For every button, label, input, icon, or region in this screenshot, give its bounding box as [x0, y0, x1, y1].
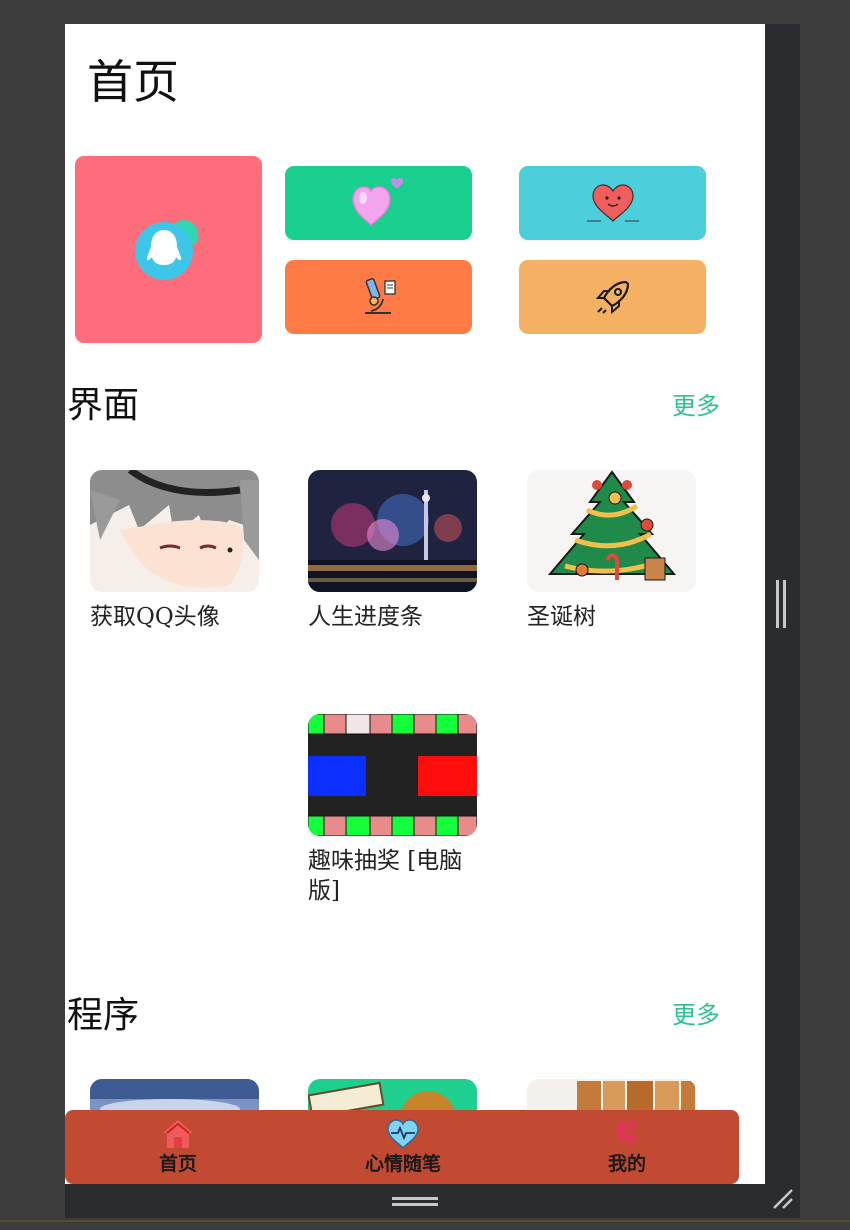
heart-tile[interactable] — [285, 166, 472, 240]
science-tile[interactable] — [285, 260, 472, 334]
tab-home[interactable]: 首页 — [108, 1110, 248, 1184]
card-label: 圣诞树 — [527, 604, 596, 630]
microscope-icon — [364, 278, 396, 314]
more-link-ui[interactable]: 更多 — [672, 386, 720, 421]
tab-mood-notes[interactable]: 心情随笔 — [333, 1110, 473, 1184]
rocket-icon — [595, 280, 629, 315]
section-title-ui: 界面 — [67, 385, 140, 426]
card-label: 人生进度条 — [308, 604, 423, 630]
card-lottery[interactable]: 趣味抽奖 [电脑版] — [308, 714, 478, 906]
page-title: 首页 — [87, 55, 179, 109]
smiling-heart-icon — [586, 184, 639, 222]
resize-grip-icon[interactable] — [770, 1186, 796, 1212]
card-life-progress[interactable]: 人生进度条 — [308, 470, 478, 632]
more-link-program[interactable]: 更多 — [672, 995, 720, 1030]
profile-icon — [618, 1122, 636, 1145]
qq-tile[interactable] — [75, 156, 262, 343]
phone-screen: 首页 界面 更多 获取QQ头像 人生进度条 圣诞树 趣味抽奖 [电脑版] 程序 … — [65, 24, 765, 1184]
qq-penguin-icon — [134, 219, 200, 280]
pink-heart-icon — [351, 178, 403, 227]
tab-label: 首页 — [158, 1153, 197, 1175]
tab-mine[interactable]: 我的 — [557, 1110, 697, 1184]
tab-label: 我的 — [607, 1153, 646, 1175]
card-qq-avatar[interactable]: 获取QQ头像 — [90, 470, 260, 632]
fireworks-thumbnail — [308, 470, 477, 592]
rocket-tile[interactable] — [519, 260, 706, 334]
horizontal-resize-handle[interactable] — [392, 1197, 438, 1206]
lottery-board-thumbnail — [308, 714, 477, 836]
page-edge — [0, 1220, 850, 1230]
section-title-program: 程序 — [67, 995, 140, 1036]
vertical-resize-handle[interactable] — [776, 580, 786, 628]
home-icon — [163, 1120, 193, 1148]
heartbeat-icon — [387, 1119, 419, 1150]
card-christmas-tree[interactable]: 圣诞树 — [527, 470, 697, 632]
bottom-tab-bar: 首页 心情随笔 我的 — [65, 1110, 739, 1184]
love-tile[interactable] — [519, 166, 706, 240]
anime-boy-thumbnail — [90, 470, 259, 592]
card-label: 趣味抽奖 [电脑版] — [308, 848, 463, 904]
christmas-tree-thumbnail — [527, 470, 696, 592]
card-label: 获取QQ头像 — [90, 604, 220, 630]
tab-label: 心情随笔 — [364, 1153, 441, 1175]
